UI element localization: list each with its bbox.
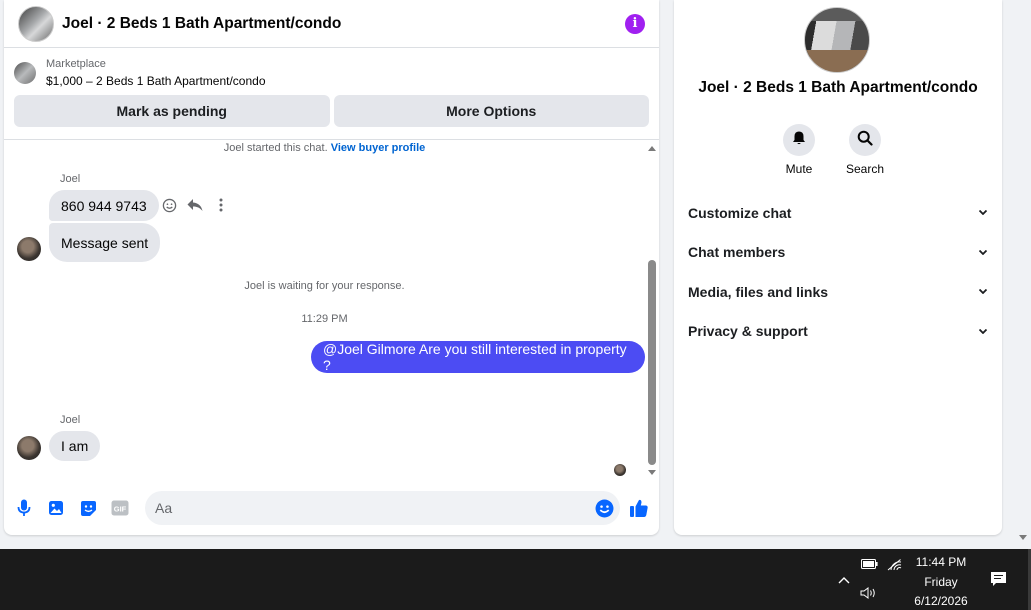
sender-name: Joel [60,173,81,185]
listing-photo[interactable] [804,7,870,73]
section-label: Media, files and links [688,283,829,300]
chat-started-notice: Joel started this chat. View buyer profi… [4,142,645,154]
conversation-avatar[interactable] [18,5,54,42]
listing-title: $1,000 – 2 Beds 1 Bath Apartment/condo [46,74,266,88]
section-chat-members[interactable]: Chat members [674,233,1002,273]
section-label: Chat members [688,244,786,261]
photo-icon[interactable] [46,498,66,518]
message-input[interactable] [145,491,620,525]
more-vertical-icon[interactable] [213,197,229,213]
react-emoji-icon[interactable] [161,197,177,213]
info-icon[interactable]: i [625,13,645,34]
notification-icon[interactable] [988,569,1008,589]
chat-panel: Joel · 2 Beds 1 Bath Apartment/condo i M… [4,0,659,535]
chevron-down-icon [978,208,988,218]
volume-icon[interactable] [859,586,877,600]
more-options-button[interactable]: More Options [333,95,649,127]
mute-label: Mute [785,162,813,176]
mark-pending-button[interactable]: Mark as pending [14,95,330,127]
section-label: Privacy & support [688,323,808,340]
emoji-icon[interactable] [594,498,614,518]
section-media-files-links[interactable]: Media, files and links [674,272,1002,312]
conversation-info-panel: Joel · 2 Beds 1 Bath Apartment/condo Mut… [674,0,1002,535]
marketplace-label: Marketplace [46,58,106,70]
sender-name: Joel [60,414,81,426]
message-bubble[interactable]: I am [49,431,101,461]
outgoing-message-bubble[interactable]: @Joel Gilmore Are you still interested i… [311,341,645,373]
mute-button[interactable]: Mute [782,124,816,176]
microphone-icon[interactable] [14,498,34,518]
chat-header: Joel · 2 Beds 1 Bath Apartment/condo i [4,0,659,48]
read-receipt-avatar [614,464,626,476]
message-bubble[interactable]: Message sent [49,223,161,262]
message-list: Joel started this chat. View buyer profi… [4,140,645,480]
clock-day: Friday [924,574,958,589]
scroll-down-arrow-icon[interactable] [648,470,656,475]
chevron-down-icon [978,287,988,297]
clock-time: 11:44 PM [915,555,967,569]
search-icon [857,130,873,151]
section-customize-chat[interactable]: Customize chat [674,193,1002,233]
taskbar: 11:44 PM Friday 6/12/2026 [0,549,1031,610]
chat-started-text: Joel started this chat. [223,142,328,154]
chevron-down-icon [978,326,988,336]
message-composer: GIF [4,488,659,528]
reply-icon[interactable] [187,197,203,213]
message-bubble[interactable]: 860 944 9743 [49,190,159,221]
battery-icon[interactable] [860,557,878,571]
bell-icon [791,130,807,151]
chat-scrollbar[interactable] [645,140,659,480]
sender-avatar[interactable] [17,436,41,460]
thumbs-up-icon[interactable] [629,498,649,518]
system-clock[interactable]: 11:44 PM Friday 6/12/2026 [899,553,983,610]
page-scroll-down-icon[interactable] [1019,535,1027,540]
marketplace-listing[interactable]: Marketplace $1,000 – 2 Beds 1 Bath Apart… [4,48,659,90]
svg-text:GIF: GIF [114,505,127,514]
scroll-up-arrow-icon[interactable] [648,146,656,151]
waiting-notice: Joel is waiting for your response. [244,280,405,292]
chevron-down-icon [978,247,988,257]
message-timestamp: 11:29 PM [301,313,348,325]
view-buyer-profile-link[interactable]: View buyer profile [331,142,426,154]
sender-avatar[interactable] [17,237,41,261]
scroll-thumb[interactable] [648,260,656,465]
clock-date: 6/12/2026 [914,594,968,608]
section-label: Customize chat [688,204,792,221]
search-button[interactable]: Search [845,124,885,176]
info-title: Joel · 2 Beds 1 Bath Apartment/condo [698,79,978,96]
message-actions [161,197,229,213]
gif-icon[interactable]: GIF [110,498,130,518]
search-label: Search [845,162,885,176]
sticker-icon[interactable] [78,498,98,518]
conversation-title[interactable]: Joel · 2 Beds 1 Bath Apartment/condo [62,15,341,33]
listing-thumbnail [14,62,36,84]
section-privacy-support[interactable]: Privacy & support [674,312,1002,352]
chevron-up-icon[interactable] [837,573,851,587]
info-sections: Customize chat Chat members Media, files… [674,193,1002,351]
